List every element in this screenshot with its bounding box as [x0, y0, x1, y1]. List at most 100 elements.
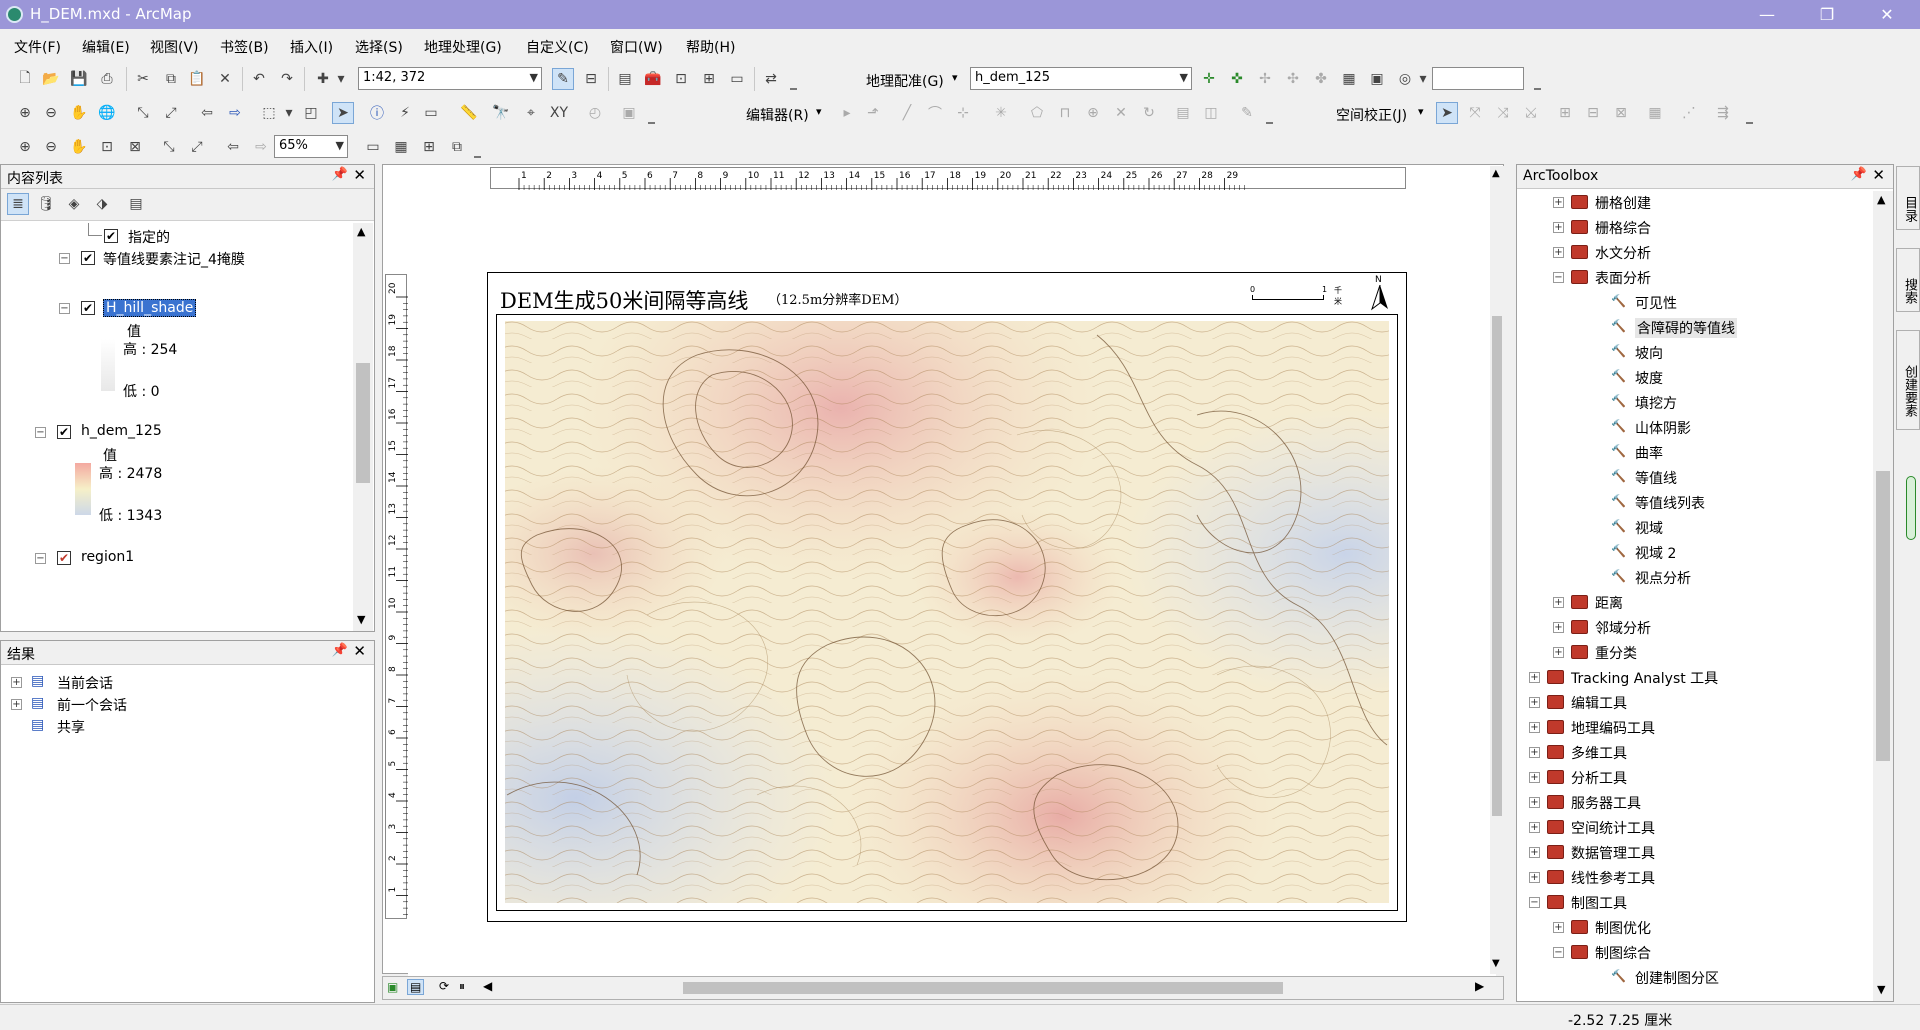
- collapse-icon[interactable]: −: [35, 427, 46, 438]
- editor-toolbar-icon[interactable]: ✎: [552, 68, 574, 90]
- open-icon[interactable]: 📂: [40, 68, 62, 90]
- expand-icon[interactable]: +: [1529, 772, 1540, 783]
- list-by-selection-icon[interactable]: ⬗: [91, 193, 113, 215]
- toolbox-item[interactable]: 🔨 视点分析: [1517, 568, 1873, 588]
- layout-vertical-scrollbar[interactable]: ▲ ▼: [1490, 166, 1504, 974]
- previous-extent-layout-icon[interactable]: ⇦: [222, 136, 244, 158]
- toolbox-item[interactable]: 🔨 坡向: [1517, 343, 1873, 363]
- rotate-icon[interactable]: ✛: [1198, 68, 1220, 90]
- close-icon[interactable]: ✕: [353, 166, 366, 184]
- expand-icon[interactable]: +: [1553, 922, 1564, 933]
- time-slider-icon[interactable]: ◴: [584, 102, 606, 124]
- select-elements-adjust-icon[interactable]: ➤: [1436, 102, 1458, 124]
- toolbar-grip[interactable]: [648, 110, 655, 124]
- toolbox-item[interactable]: + 水文分析: [1517, 243, 1873, 263]
- split-icon[interactable]: ✕: [1110, 102, 1132, 124]
- scroll-down-icon[interactable]: ▼: [1492, 958, 1500, 969]
- toolbox-item[interactable]: 🔨 山体阴影: [1517, 418, 1873, 438]
- toolbox-item[interactable]: 🔨 填挖方: [1517, 393, 1873, 413]
- scale-bar[interactable]: 0 1 千米: [1250, 285, 1342, 307]
- modify-link-icon[interactable]: ⤨: [1492, 102, 1514, 124]
- forward-icon[interactable]: ⇨: [224, 102, 246, 124]
- checkbox-icon[interactable]: ✔: [81, 301, 95, 315]
- data-view-icon[interactable]: ▣: [387, 980, 398, 994]
- toolbox-item[interactable]: + 制图优化: [1517, 918, 1873, 938]
- collapse-icon[interactable]: −: [1529, 897, 1540, 908]
- delete-icon[interactable]: ✕: [214, 68, 236, 90]
- refresh-icon[interactable]: ⟳: [439, 979, 449, 993]
- minimize-button[interactable]: —: [1740, 0, 1794, 29]
- search-window-icon[interactable]: ▭: [726, 68, 748, 90]
- pin-icon[interactable]: 📌: [1851, 167, 1867, 182]
- end-point-arc-icon[interactable]: ⌒: [924, 102, 946, 124]
- measure-icon[interactable]: 📏: [458, 102, 480, 124]
- toolbox-item[interactable]: + 栅格综合: [1517, 218, 1873, 238]
- select-elements-icon[interactable]: ➤: [332, 102, 354, 124]
- viewer-icon[interactable]: ▣: [618, 102, 640, 124]
- collapse-icon[interactable]: −: [59, 253, 70, 264]
- scroll-up-icon[interactable]: ▲: [1877, 193, 1885, 206]
- fixed-zoom-out-layout-icon[interactable]: ⤢: [186, 136, 208, 158]
- clear-selection-icon[interactable]: ◰: [300, 102, 322, 124]
- menu-view[interactable]: 视图(V): [150, 37, 199, 57]
- expand-icon[interactable]: +: [1553, 622, 1564, 633]
- multi-link-icon[interactable]: ⤩: [1520, 102, 1542, 124]
- add-data-dropdown-icon[interactable]: ▾: [334, 68, 348, 90]
- reshape-icon[interactable]: ⊓: [1054, 102, 1076, 124]
- list-by-source-icon[interactable]: 🛢: [35, 193, 57, 215]
- toolbox-item[interactable]: 🔨 曲率: [1517, 443, 1873, 463]
- expand-icon[interactable]: +: [1553, 197, 1564, 208]
- georef-search-field[interactable]: [1432, 67, 1524, 90]
- chevron-down-icon[interactable]: ▾: [952, 71, 958, 84]
- menu-help[interactable]: 帮助(H): [686, 37, 735, 57]
- georef-layer-combo[interactable]: h_dem_125 ▼: [970, 67, 1192, 90]
- toolbox-item[interactable]: + 空间统计工具: [1517, 818, 1873, 838]
- expand-icon[interactable]: +: [1553, 247, 1564, 258]
- zoom-100-icon[interactable]: ⊠: [124, 136, 146, 158]
- arctoolbox-scrollbar[interactable]: ▲ ▼: [1873, 191, 1893, 1001]
- view-link-table-icon[interactable]: ▣: [1366, 68, 1388, 90]
- checkbox-icon[interactable]: ✔: [57, 551, 71, 565]
- toolbox-item[interactable]: + 分析工具: [1517, 768, 1873, 788]
- find-route-icon[interactable]: ⌖: [520, 102, 542, 124]
- expand-icon[interactable]: +: [1529, 872, 1540, 883]
- edit-annotation-icon[interactable]: ⬏: [862, 102, 884, 124]
- expand-icon[interactable]: +: [1529, 797, 1540, 808]
- find-icon[interactable]: 🔭: [490, 102, 512, 124]
- scroll-up-icon[interactable]: ▲: [357, 225, 365, 238]
- fit-display-icon[interactable]: ✤: [1310, 68, 1332, 90]
- scroll-up-icon[interactable]: ▲: [1492, 168, 1500, 179]
- toc-icon[interactable]: ⊟: [580, 68, 602, 90]
- scroll-left-icon[interactable]: ◀: [483, 979, 492, 993]
- toolbox-item[interactable]: + 多维工具: [1517, 743, 1873, 763]
- toc-layer-annotation[interactable]: 等值线要素注记_4掩膜: [103, 249, 245, 269]
- layout-zoom-in-icon[interactable]: ⊕: [14, 136, 36, 158]
- toolbox-item[interactable]: 🔨 可见性: [1517, 293, 1873, 313]
- menu-file[interactable]: 文件(F): [14, 37, 61, 57]
- toolbox-item[interactable]: + 编辑工具: [1517, 693, 1873, 713]
- fixed-zoom-out-icon[interactable]: ⤢: [160, 102, 182, 124]
- checkbox-icon[interactable]: ✔: [81, 251, 95, 265]
- model-builder-icon[interactable]: ⊞: [698, 68, 720, 90]
- options-icon[interactable]: ▤: [125, 193, 147, 215]
- spatial-adjust-menu[interactable]: 空间校正(J): [1336, 105, 1407, 125]
- toolbox-item[interactable]: − 表面分析: [1517, 268, 1873, 288]
- layout-view-icon[interactable]: ▤: [407, 979, 425, 995]
- focus-data-frame-icon[interactable]: ▦: [390, 136, 412, 158]
- toolbar-grip[interactable]: [1266, 110, 1273, 124]
- toc-layer-dem[interactable]: h_dem_125: [81, 423, 162, 439]
- slider-handle[interactable]: [1906, 476, 1916, 540]
- edge-match-icon[interactable]: ⋰: [1678, 102, 1700, 124]
- trace-icon[interactable]: ⊹: [952, 102, 974, 124]
- menu-geoprocessing[interactable]: 地理处理(G): [424, 37, 502, 57]
- toolbox-item[interactable]: 🔨 等值线列表: [1517, 493, 1873, 513]
- menu-selection[interactable]: 选择(S): [355, 37, 403, 57]
- redo-icon[interactable]: ↷: [276, 68, 298, 90]
- menu-insert[interactable]: 插入(I): [290, 37, 333, 57]
- point-icon[interactable]: ✳: [990, 102, 1012, 124]
- copy-icon[interactable]: ⧉: [160, 68, 182, 90]
- toolbox-item[interactable]: 🔨 视域 2: [1517, 543, 1873, 563]
- fixed-zoom-in-icon[interactable]: ⤡: [132, 102, 154, 124]
- zoom-out-icon[interactable]: ⊖: [40, 102, 62, 124]
- toolbox-item[interactable]: 🔨 坡度: [1517, 368, 1873, 388]
